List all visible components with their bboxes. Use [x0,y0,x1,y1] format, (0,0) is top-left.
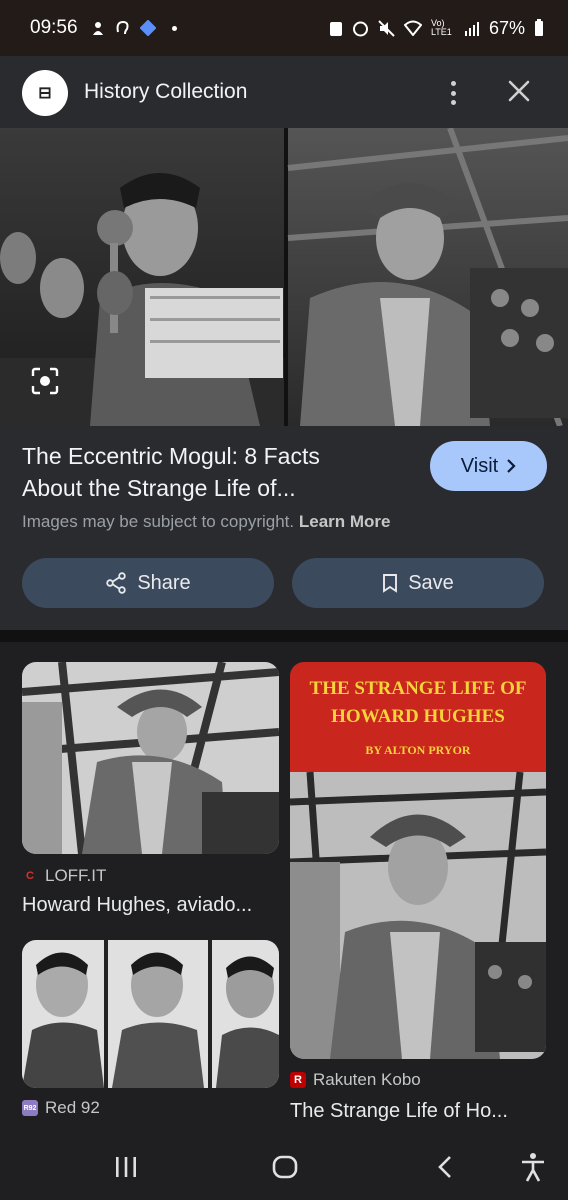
copyright-notice: Images may be subject to copyright. Lear… [22,512,391,532]
signal-icon [464,21,479,36]
detail-header: ⊟ History Collection [0,56,568,128]
status-time: 09:56 [30,17,78,38]
back-icon[interactable] [436,1155,454,1179]
wifi-icon [403,20,422,36]
result-source-2[interactable]: R92 Red 92 [22,1098,100,1118]
battery-icon [535,19,543,36]
result-image-2[interactable] [22,940,279,1088]
site-logo[interactable]: ⊟ [22,70,68,116]
book-title-line2: HOWARD HUGHES [331,706,505,727]
section-divider [0,630,568,642]
save-label: Save [408,571,454,594]
visit-button[interactable]: Visit [430,441,547,491]
book-cover: THE STRANGE LIFE OF HOWARD HUGHES BY ALT… [290,662,546,1059]
system-nav-bar [0,1130,568,1200]
result-photo-1 [22,662,279,854]
result-title-3[interactable]: The Strange Life of Ho... [290,1100,508,1123]
learn-more-link[interactable]: Learn More [299,512,391,531]
copyright-text: Images may be subject to copyright. [22,512,295,531]
result-title-1[interactable]: Howard Hughes, aviado... [22,894,252,917]
related-images: C LOFF.IT Howard Hughes, aviado... R92 R… [0,642,568,1130]
close-icon[interactable] [504,76,534,106]
dot-icon [171,25,177,31]
loff-favicon-icon: C [26,870,34,882]
hearing-icon [116,20,129,35]
network-label: Vo) LTE1 [430,18,452,37]
result-source-3[interactable]: R Rakuten Kobo [290,1070,421,1090]
book-author: BY ALTON PRYOR [365,743,470,757]
book-title-line1: THE STRANGE LIFE OF [310,678,527,699]
clipboard-icon [329,21,342,36]
red92-favicon-icon: R92 [22,1100,38,1116]
notification-icons [90,20,177,36]
bookmark-icon [383,574,398,593]
more-options-icon[interactable] [440,78,466,108]
image-title-line1: The Eccentric Mogul: 8 Facts [22,443,320,469]
image-title[interactable]: The Eccentric Mogul: 8 Facts About the S… [22,440,402,504]
share-label: Share [137,571,191,594]
chevron-right-icon [507,459,516,473]
result-source-1[interactable]: C LOFF.IT [22,866,106,886]
hero-image[interactable] [0,128,568,426]
result-photo-2 [22,940,279,1088]
save-button[interactable]: Save [292,558,544,608]
notification-person-icon [92,22,103,35]
result-source-1-label: LOFF.IT [45,866,107,885]
recent-apps-icon[interactable] [114,1156,138,1178]
app-notification-icon [139,20,156,36]
image-title-line2: About the Strange Life of... [22,475,296,501]
system-icons: Vo) LTE1 67% [329,18,544,39]
alarm-icon [352,21,368,36]
result-source-2-label: Red 92 [45,1098,100,1117]
result-image-3[interactable]: THE STRANGE LIFE OF HOWARD HUGHES BY ALT… [290,662,546,1059]
accessibility-icon[interactable] [520,1152,546,1182]
share-icon [106,572,127,594]
hero-photo [0,128,568,426]
visit-label: Visit [460,454,499,477]
share-button[interactable]: Share [22,558,274,608]
mute-icon [378,19,395,37]
site-name[interactable]: History Collection [84,80,247,104]
image-detail-panel: ⊟ History Collection The Eccentric Mogul… [0,56,568,630]
home-icon[interactable] [272,1155,298,1179]
lens-search-icon[interactable] [30,366,60,396]
result-source-3-label: Rakuten Kobo [313,1070,421,1089]
battery-percent: 67% [488,17,525,38]
rakuten-favicon-icon: R [290,1072,306,1088]
result-image-1[interactable] [22,662,279,854]
status-bar: 09:56 Vo) LTE1 67% [0,0,568,56]
